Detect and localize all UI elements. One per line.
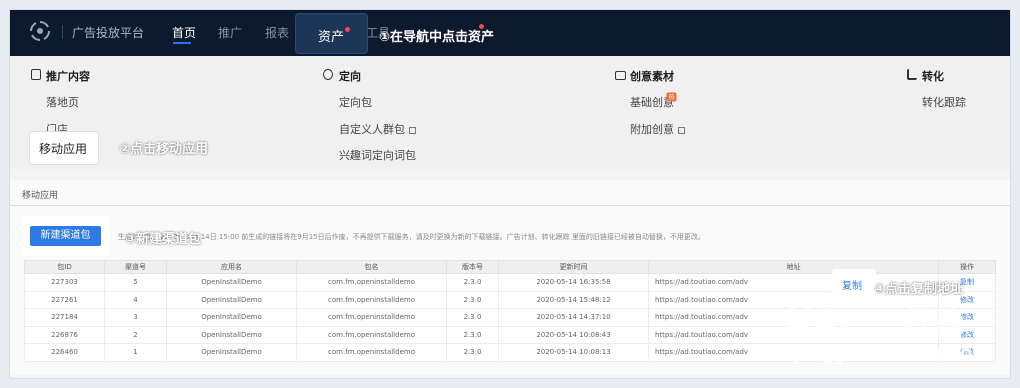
cell-id: 227303 <box>24 273 105 292</box>
cell-app: OpenInstallDemo <box>166 273 297 292</box>
cell-updated: 2020-05-14 15:48:12 <box>498 290 649 309</box>
title-divider <box>10 205 1010 206</box>
document-icon <box>31 69 41 80</box>
bar-chart-icon <box>907 69 917 80</box>
cell-package: com.fm.openinstalldemo <box>296 308 447 327</box>
section-promo-title: 推广内容 <box>46 70 90 83</box>
col-updated: 更新时间 <box>498 260 649 274</box>
link-custom-audience[interactable]: 自定义人群包 <box>339 121 416 137</box>
watermark-brand-cn: 经验 <box>903 306 963 341</box>
section-targeting-title: 定向 <box>339 70 361 83</box>
section-conversion-title: 转化 <box>922 70 944 83</box>
cell-channel: 5 <box>104 273 167 292</box>
col-address: 地址 <box>648 260 939 274</box>
section-creative-title: 创意素材 <box>630 70 674 83</box>
cell-id: 226460 <box>24 343 105 362</box>
brand-divider <box>62 25 63 39</box>
notice-text: 生成的链接。2017年08月14日 15:00 前生成的链接将在9月15日后作废… <box>118 233 705 241</box>
link-additional-creative[interactable]: 附加创意 <box>630 121 685 137</box>
cell-channel: 1 <box>104 343 167 362</box>
col-package-id: 包ID <box>24 260 105 274</box>
callout-step1: ①在导航中点击资产 <box>379 30 495 45</box>
platform-logo-icon <box>30 21 50 41</box>
cell-channel: 3 <box>104 308 167 327</box>
nav-assets[interactable]: 资产 <box>295 13 368 54</box>
mobile-app-panel: 移动应用 生成的链接。2017年08月14日 15:00 前生成的链接将在9月1… <box>10 180 1010 375</box>
platform-name: 广告投放平台 <box>72 26 145 40</box>
link-targeting-package[interactable]: 定向包 <box>339 94 372 110</box>
nav-promotion[interactable]: 推广 <box>218 24 242 41</box>
nav-home[interactable]: 首页 <box>172 24 196 41</box>
link-mobile-app[interactable]: 移动应用 <box>39 140 87 157</box>
cell-channel: 2 <box>104 325 167 344</box>
mobile-app-highlight[interactable]: 移动应用 <box>30 132 98 164</box>
top-nav: 广告投放平台 首页 推广 报表 工具 资产 ①在导航中点击资产 <box>10 10 1010 56</box>
cell-channel: 4 <box>104 290 167 309</box>
cell-updated: 2020-05-14 16:35:58 <box>498 273 649 292</box>
link-landing-page[interactable]: 落地页 <box>46 94 79 110</box>
new-channel-package-button[interactable]: 新建渠道包 <box>30 226 101 246</box>
new-channel-highlight: 新建渠道包 <box>22 216 109 256</box>
link-custom-audience-label: 自定义人群包 <box>339 123 405 136</box>
hot-badge: 热 <box>666 92 677 102</box>
target-icon <box>323 69 333 80</box>
cell-app: OpenInstallDemo <box>166 343 297 362</box>
nav-active-indicator <box>173 42 191 44</box>
nav-reports[interactable]: 报表 <box>265 24 289 41</box>
copy-address-button[interactable]: 复制 <box>842 277 862 292</box>
cell-version: 2.3.0 <box>446 343 499 362</box>
page-title: 移动应用 <box>22 191 59 201</box>
callout-step2: ②点击移动应用 <box>119 142 209 157</box>
cell-id: 227261 <box>24 290 105 309</box>
cell-version: 2.3.0 <box>446 325 499 344</box>
cell-package: com.fm.openinstalldemo <box>296 325 447 344</box>
cell-app: OpenInstallDemo <box>166 290 297 309</box>
watermark-brand: Bai <box>785 295 853 339</box>
link-conversion-tracking[interactable]: 转化跟踪 <box>922 94 966 110</box>
col-channel: 渠道号 <box>104 260 167 274</box>
col-actions: 操作 <box>938 260 996 274</box>
col-package-name: 包名 <box>296 260 447 274</box>
col-version: 版本号 <box>446 260 499 274</box>
folder-icon <box>615 71 626 80</box>
nav-assets-label: 资产 <box>318 30 345 45</box>
cell-app: OpenInstallDemo <box>166 308 297 327</box>
cell-id: 227184 <box>24 308 105 327</box>
col-app-name: 应用名 <box>166 260 297 274</box>
callout-step3: ③新建渠道包 <box>125 232 202 247</box>
external-link-icon <box>678 126 685 134</box>
cell-id: 226876 <box>24 325 105 344</box>
asset-menu-panel: 广告投放平台 首页 推广 报表 工具 资产 ①在导航中点击资产 推广内容 落地页… <box>10 10 1010 169</box>
cell-app: OpenInstallDemo <box>166 325 297 344</box>
cell-updated: 2020-05-14 10:08:13 <box>498 343 649 362</box>
external-link-icon <box>409 126 416 134</box>
cell-updated: 2020-05-14 14:37:10 <box>498 308 649 327</box>
cell-version: 2.3.0 <box>446 290 499 309</box>
nav-assets-badge <box>345 27 350 32</box>
link-additional-creative-label: 附加创意 <box>630 123 674 136</box>
cell-package: com.fm.openinstalldemo <box>296 343 447 362</box>
cell-package: com.fm.openinstalldemo <box>296 273 447 292</box>
cell-version: 2.3.0 <box>446 308 499 327</box>
link-interest-keywords[interactable]: 兴趣词定向词包 <box>339 147 416 163</box>
cell-package: com.fm.openinstalldemo <box>296 290 447 309</box>
cell-version: 2.3.0 <box>446 273 499 292</box>
watermark-url: jingyan.baidu.com <box>795 342 993 364</box>
callout-step4: ④点击复制地址 <box>874 282 964 297</box>
cell-updated: 2020-05-14 10:08:43 <box>498 325 649 344</box>
